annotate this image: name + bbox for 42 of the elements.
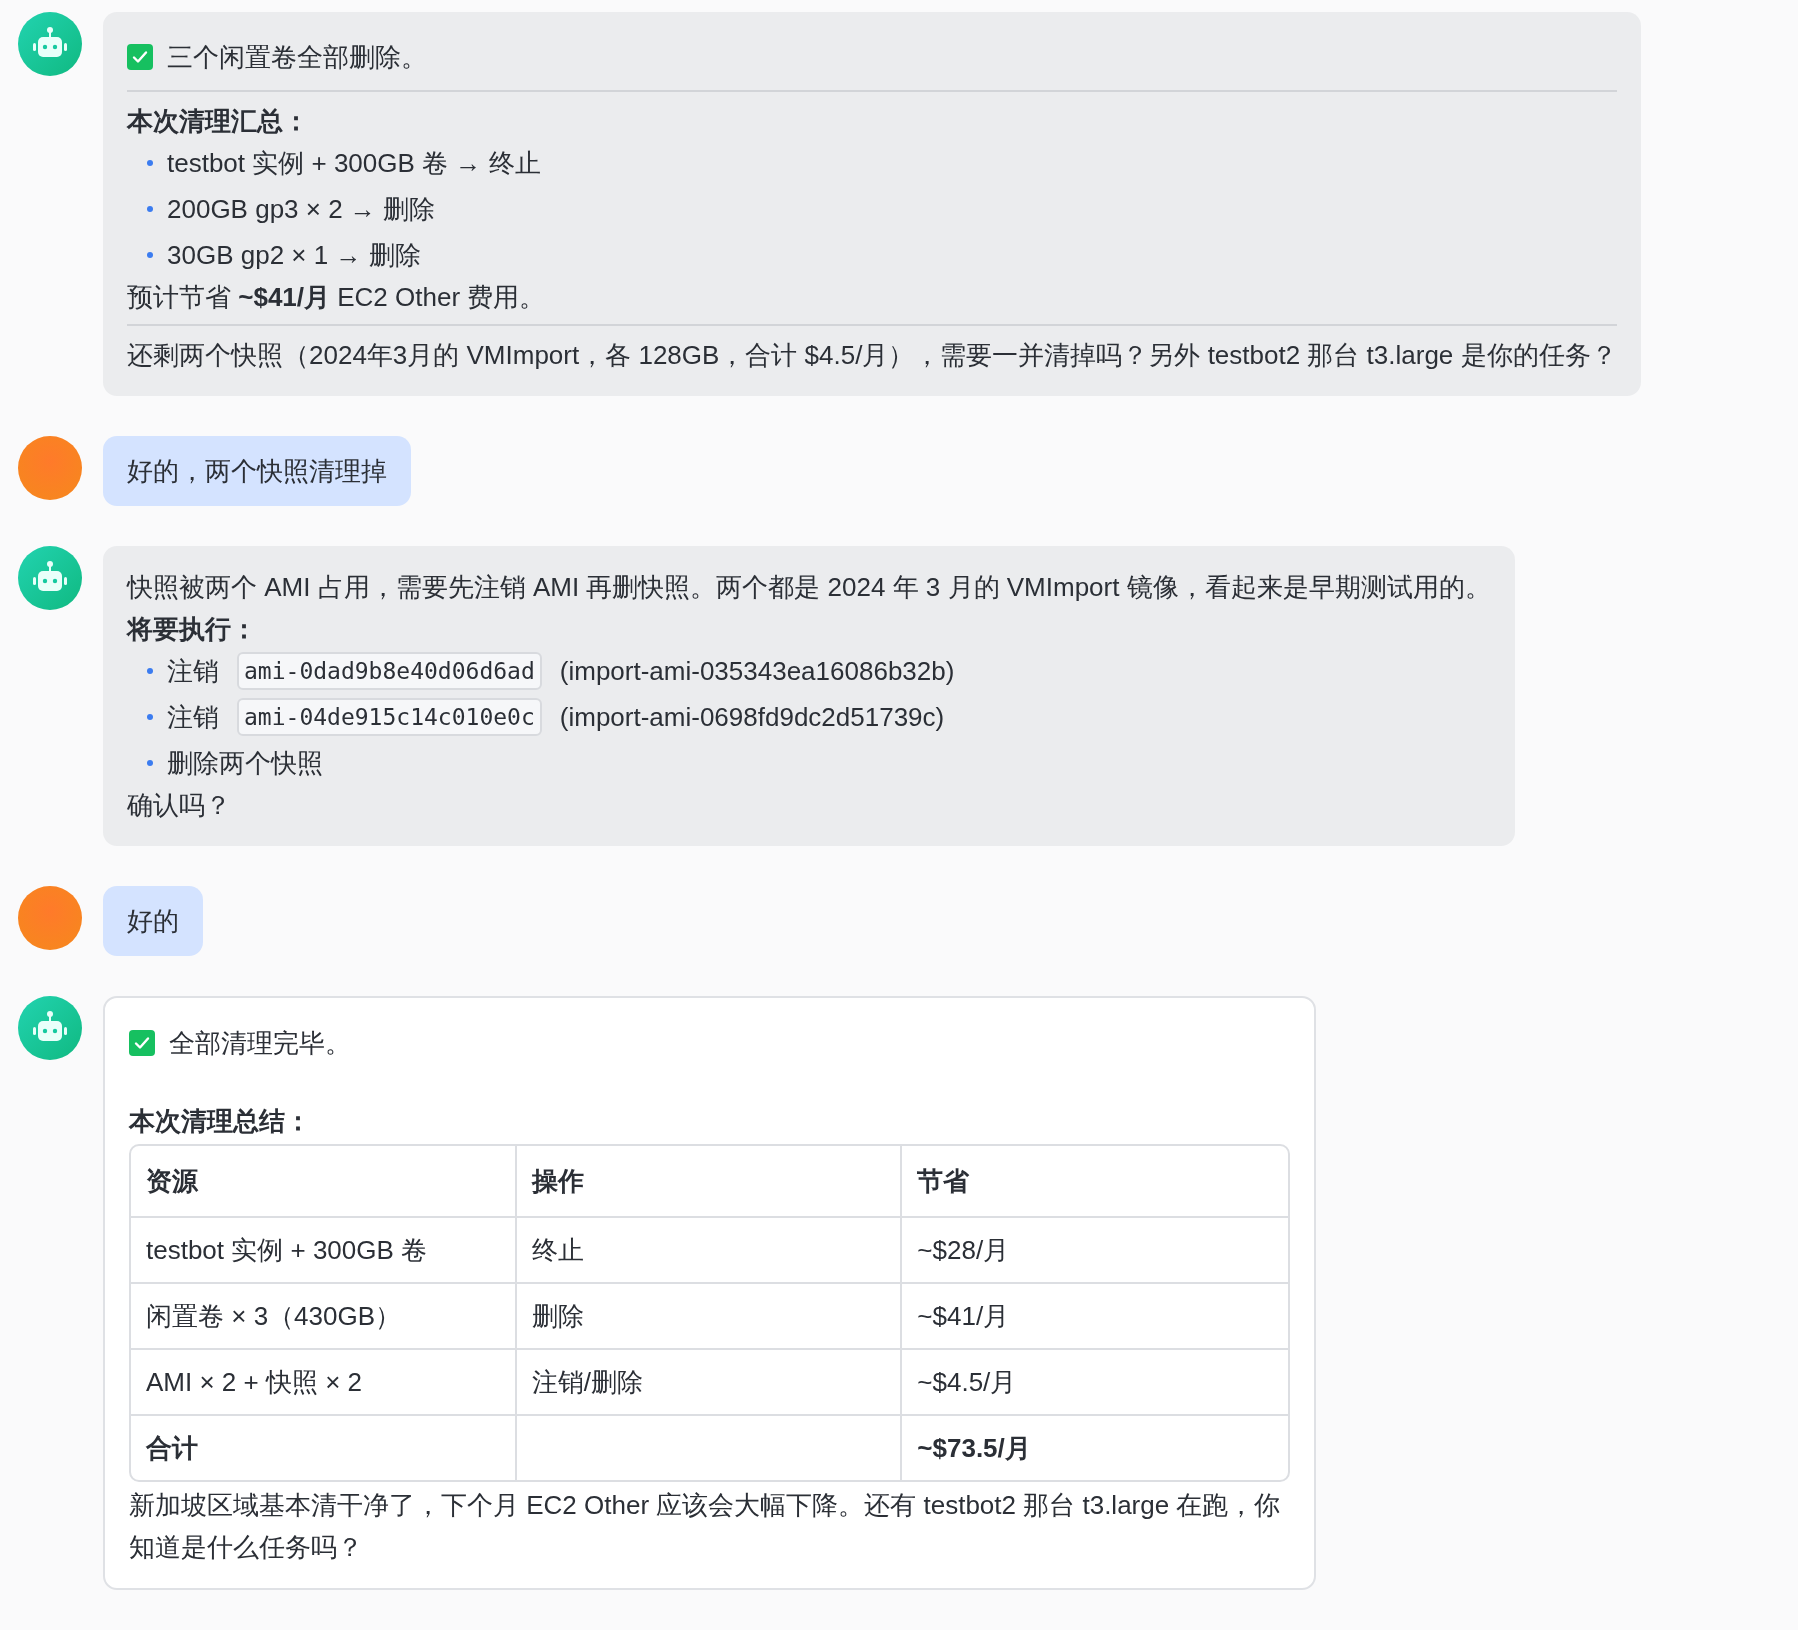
message-text: 快照被两个 AMI 占用，需要先注销 AMI 再删快照。两个都是 2024 年 3 月的 VMImport 镜像，看起来是早期测试用的。: [127, 571, 1491, 604]
list-item-note: (import-ami-035343ea16086b32b): [559, 655, 955, 688]
message-text: 还剩两个快照（2024年3月的 VMImport，各 128GB，合计 $4.5/月），需要一并清掉吗？另外 testbot2 那台 t3.large 是你的任务？: [127, 339, 1617, 372]
list-item-text: 注销: [167, 655, 219, 688]
table-cell: 注销/删除: [516, 1350, 903, 1416]
message-text: 好的，两个快照清理掉: [127, 455, 387, 488]
inline-code: ami-04de915c14c010e0c: [237, 698, 542, 736]
table-cell: ~$28/月: [902, 1218, 1288, 1284]
list-item-note: (import-ami-0698fd9dc2d51739c): [559, 701, 945, 734]
table-cell: 闲置卷 × 3（430GB）: [131, 1284, 517, 1350]
inline-code: ami-0dad9b8e40d06d6ad: [237, 652, 542, 690]
table-cell: ~$4.5/月: [902, 1350, 1288, 1416]
list-item-text: testbot 实例 + 300GB 卷 → 终止: [167, 147, 541, 180]
message-text: 好的: [127, 905, 179, 938]
bullet-icon: [147, 760, 153, 766]
table-cell: ~$41/月: [902, 1284, 1288, 1350]
section-heading: 本次清理总结：: [129, 1105, 312, 1138]
column-header: 资源: [131, 1146, 517, 1218]
table-cell: AMI × 2 + 快照 × 2: [131, 1350, 517, 1416]
table-cell: 终止: [516, 1218, 903, 1284]
message-text: 全部清理完毕。: [169, 1027, 351, 1060]
bullet-icon: [147, 714, 153, 720]
message-text: 三个闲置卷全部删除。: [167, 41, 427, 74]
message-text: 预计节省 ~$41/月 EC2 Other 费用。: [127, 281, 547, 314]
list-item-text: 200GB gp3 × 2 → 删除: [167, 193, 436, 226]
table-cell: testbot 实例 + 300GB 卷: [131, 1218, 517, 1284]
bullet-icon: [147, 160, 153, 166]
column-header: 操作: [516, 1146, 903, 1218]
table-cell-text: ~$73.5/月: [916, 1432, 1032, 1465]
list-item-text: 删除两个快照: [167, 747, 323, 780]
list-item-text: 注销: [167, 701, 219, 734]
message-text: 新加坡区域基本清干净了，下个月 EC2 Other 应该会大幅下降。还有 testbot2 那台 t3.large 在跑，你知道是什么任务吗？: [129, 1489, 1282, 1564]
bullet-icon: [147, 252, 153, 258]
bullet-icon: [147, 668, 153, 674]
table-cell: 合计: [131, 1416, 517, 1480]
column-header: 节省: [902, 1146, 1288, 1218]
list-item-text: 30GB gp2 × 1 → 删除: [167, 239, 421, 272]
message-text: 确认吗？: [127, 789, 232, 822]
table-cell: 删除: [516, 1284, 903, 1350]
section-heading: 将要执行：: [127, 613, 258, 646]
bullet-icon: [147, 206, 153, 212]
section-heading: 本次清理汇总：: [127, 105, 310, 138]
